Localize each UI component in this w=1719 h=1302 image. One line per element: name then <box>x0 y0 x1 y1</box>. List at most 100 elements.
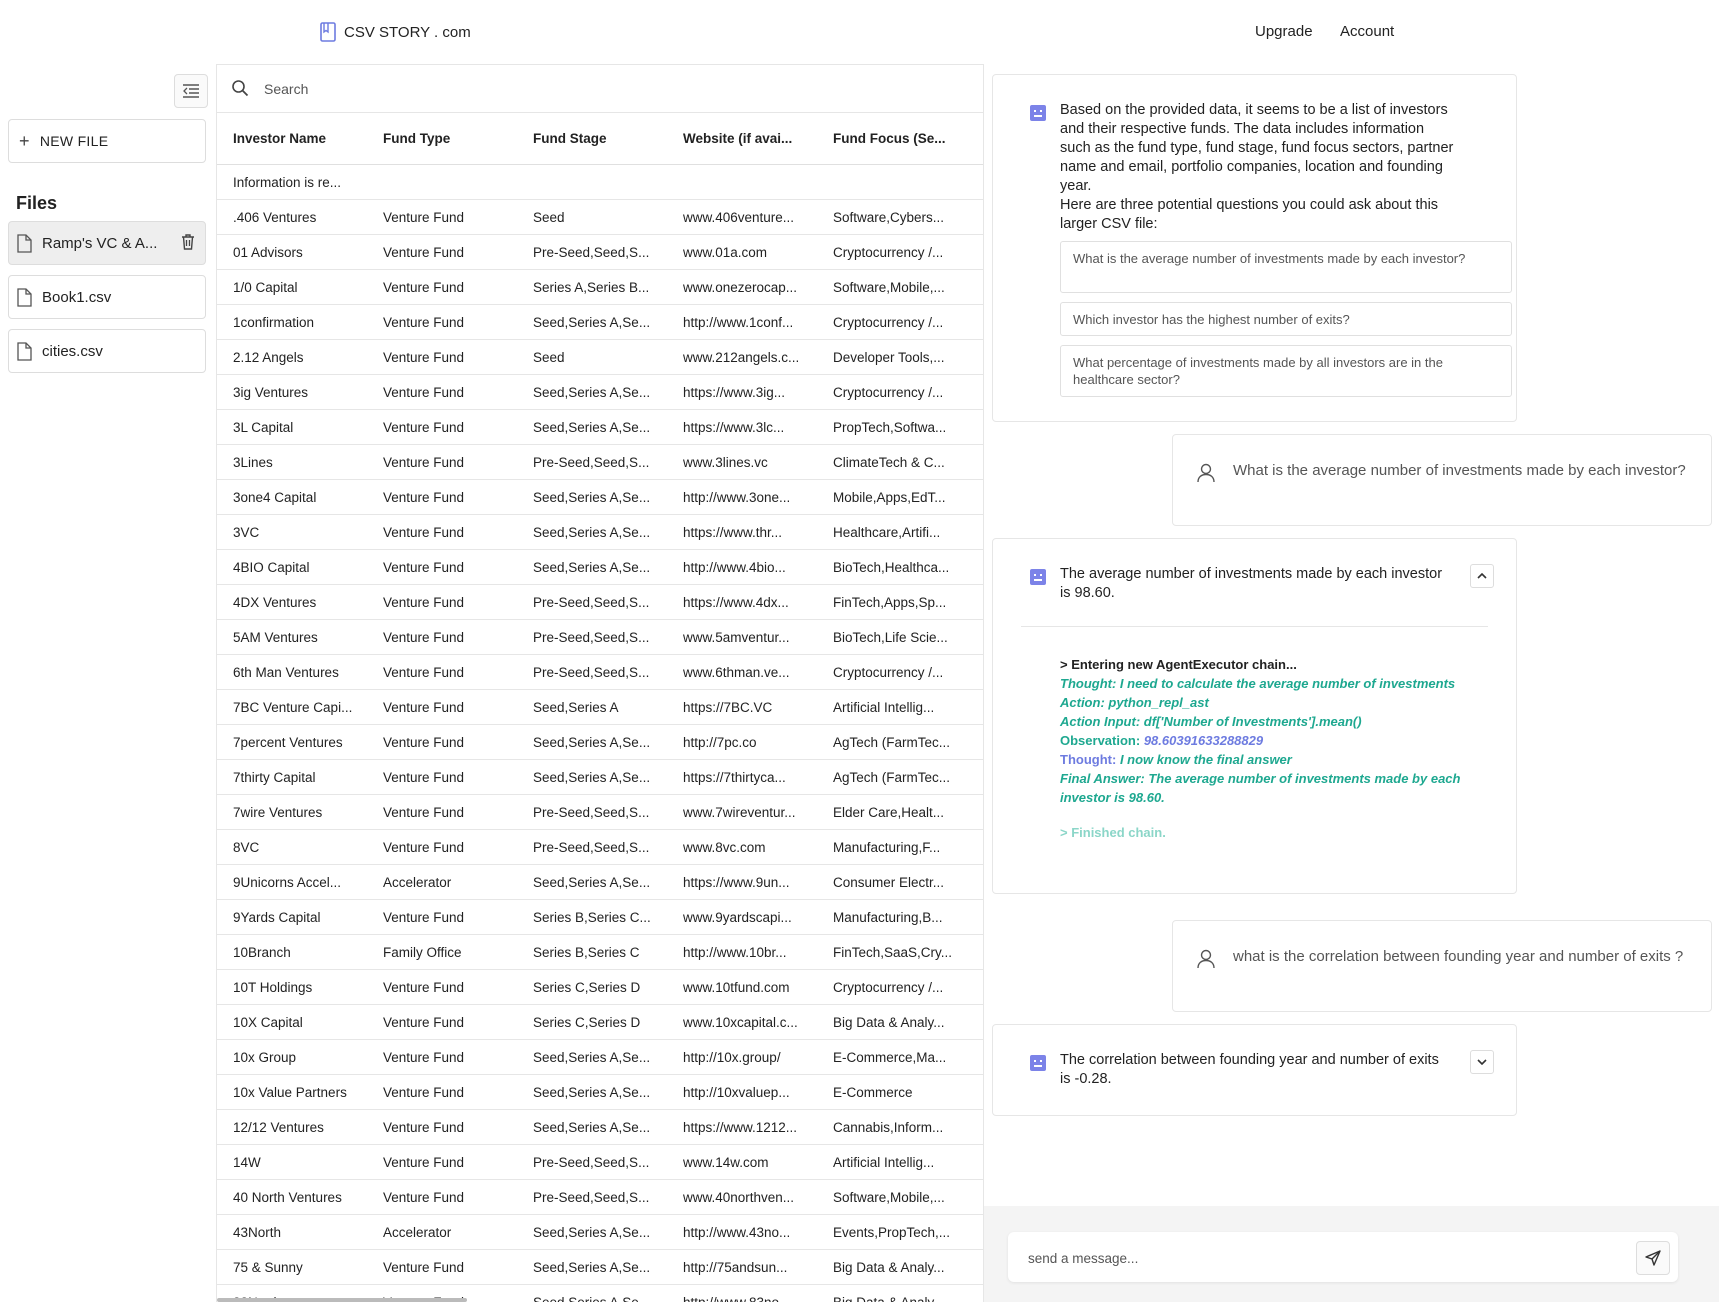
collapse-sidebar-button[interactable] <box>174 74 208 108</box>
nav-upgrade[interactable]: Upgrade <box>1255 23 1313 40</box>
table-row[interactable]: Information is re... <box>217 164 983 200</box>
suggestion-question-1[interactable]: What is the average number of investment… <box>1060 241 1512 293</box>
table-cell: Pre-Seed,Seed,S... <box>517 1179 667 1215</box>
table-cell: Big Data & Analy... <box>817 1004 983 1040</box>
table-cell: https://www.3ig... <box>667 374 817 410</box>
table-cell: www.7wireventur... <box>667 794 817 830</box>
table-row[interactable]: 7wire Ventures Venture Fund Pre-Seed,Seed,… <box>217 794 983 830</box>
user-icon <box>1197 949 1215 969</box>
book-icon <box>320 22 336 42</box>
column-header[interactable]: Fund Stage <box>517 112 667 165</box>
table-cell: https://www.3lc... <box>667 409 817 445</box>
file-name: cities.csv <box>42 342 103 360</box>
collapse-trace-button[interactable] <box>1470 564 1494 588</box>
table-cell: Software,Mobile,... <box>817 1179 983 1215</box>
table-row[interactable]: 3L Capital Venture Fund Seed,Series A,Se..… <box>217 409 983 445</box>
table-cell: Venture Fund <box>367 1109 517 1145</box>
horizontal-scrollbar[interactable] <box>217 1298 467 1302</box>
table-row[interactable]: 3one4 Capital Venture Fund Seed,Series A,S… <box>217 479 983 515</box>
table-row[interactable]: 3ig Ventures Venture Fund Seed,Series A,Se… <box>217 374 983 410</box>
brand-logo[interactable]: CSV STORY . com <box>320 22 471 42</box>
table-row[interactable]: 6th Man Ventures Venture Fund Pre-Seed,See… <box>217 654 983 690</box>
file-item[interactable]: Ramp's VC & A... <box>8 221 206 265</box>
table-row[interactable]: 4BIO Capital Venture Fund Seed,Series A,Se… <box>217 549 983 585</box>
table-row[interactable]: 12/12 Ventures Venture Fund Seed,Series A,… <box>217 1109 983 1145</box>
table-row[interactable]: 10Branch Family Office Series B,Series Cht… <box>217 934 983 970</box>
table-cell: FinTech,Apps,Sp... <box>817 584 983 620</box>
search-icon <box>232 80 249 97</box>
column-header[interactable]: Fund Type <box>367 112 517 165</box>
table-cell: Seed,Series A,Se... <box>517 374 667 410</box>
table-row[interactable]: 3VC Venture Fund Seed,Series A,Se... https:… <box>217 514 983 550</box>
column-header[interactable]: Fund Focus (Se... <box>817 112 983 165</box>
table-cell: Pre-Seed,Seed,S... <box>517 444 667 480</box>
table-cell: www.9yardscapi... <box>667 899 817 935</box>
table-cell: http://www.1conf... <box>667 304 817 340</box>
table-cell: AgTech (FarmTec... <box>817 759 983 795</box>
table-row[interactable]: 4DX Ventures Venture Fund Pre-Seed,Seed,S.… <box>217 584 983 620</box>
table-row[interactable]: 1confirmation Venture Fund Seed,Series A,S… <box>217 304 983 340</box>
table-cell: Venture Fund <box>367 409 517 445</box>
bot-icon <box>1030 1055 1046 1071</box>
table-row[interactable]: 8VC Venture Fund Pre-Seed,Seed,S... www.8vc… <box>217 829 983 865</box>
table-row[interactable]: 75 & Sunny Venture Fund Seed,Series A,Se..… <box>217 1249 983 1285</box>
column-header[interactable]: Website (if avai... <box>667 112 817 165</box>
table-cell: E-Commerce <box>817 1074 983 1110</box>
table-cell: Venture Fund <box>367 549 517 585</box>
file-item[interactable]: cities.csv <box>8 329 206 373</box>
expand-trace-button[interactable] <box>1470 1050 1494 1074</box>
table-cell: Cryptocurrency /... <box>817 374 983 410</box>
observation-value: 98.60391633288829 <box>1143 733 1264 748</box>
trace-observation: Observation: 98.60391633288829 <box>1060 731 1480 750</box>
message-composer <box>984 1206 1719 1302</box>
file-item[interactable]: Book1.csv <box>8 275 206 319</box>
table-row[interactable]: 10x Value Partners Venture Fund Seed,Serie… <box>217 1074 983 1110</box>
table-row[interactable]: 10T Holdings Venture Fund Series C,Series … <box>217 969 983 1005</box>
column-header[interactable]: Investor Name <box>217 112 367 165</box>
new-file-label: NEW FILE <box>39 133 109 149</box>
table-row[interactable]: 14W Venture Fund Pre-Seed,Seed,S... www.14w… <box>217 1144 983 1180</box>
message-input[interactable] <box>1026 1246 1590 1270</box>
suggestion-question-3[interactable]: What percentage of investments made by a… <box>1060 345 1512 397</box>
trace-entering: > Entering new AgentExecutor chain... <box>1060 657 1297 672</box>
table-cell: https://www.4dx... <box>667 584 817 620</box>
send-button[interactable] <box>1636 1241 1670 1275</box>
table-row[interactable]: 10x Group Venture Fund Seed,Series A,Se...… <box>217 1039 983 1075</box>
new-file-button[interactable]: + NEW FILE <box>8 119 206 163</box>
table-row[interactable]: 01 Advisors Venture Fund Pre-Seed,Seed,S..… <box>217 234 983 270</box>
table-cell: ClimateTech & C... <box>817 444 983 480</box>
bot-message-card: Based on the provided data, it seems to … <box>992 74 1517 422</box>
table-row[interactable]: 7percent Ventures Venture Fund Seed,Series… <box>217 724 983 760</box>
table-cell: http://10x.group/ <box>667 1039 817 1075</box>
data-table-panel: Investor NameFund TypeFund StageWebsite … <box>217 64 984 1302</box>
table-row[interactable]: 43North Accelerator Seed,Series A,Se... htt… <box>217 1214 983 1250</box>
table-row[interactable]: 7BC Venture Capi... Venture Fund Seed,Seri… <box>217 689 983 725</box>
suggestion-question-2[interactable]: Which investor has the highest number of… <box>1060 302 1512 336</box>
table-cell: Pre-Seed,Seed,S... <box>517 829 667 865</box>
table-cell: Venture Fund <box>367 199 517 235</box>
table-header-row: Investor Name Fund Type Fund Stage Website … <box>217 112 983 165</box>
search-input[interactable] <box>262 76 666 102</box>
table-row[interactable]: 5AM Ventures Venture Fund Pre-Seed,Seed,S.… <box>217 619 983 655</box>
trash-icon[interactable] <box>181 234 195 250</box>
table-row[interactable]: 2.12 Angels Venture Fund Seed www.212angels… <box>217 339 983 375</box>
table-row[interactable]: .406 Ventures Venture Fund Seed www.406vent… <box>217 199 983 235</box>
table-row[interactable]: 9Unicorns Accel... Accelerator Seed,Series… <box>217 864 983 900</box>
table-row[interactable]: 10X Capital Venture Fund Series C,Series D… <box>217 1004 983 1040</box>
table-row[interactable]: 40 North Ventures Venture Fund Pre-Seed,Se… <box>217 1179 983 1215</box>
table-cell: https://www.1212... <box>667 1109 817 1145</box>
table-row[interactable]: 3Lines Venture Fund Pre-Seed,Seed,S... www.… <box>217 444 983 480</box>
nav-account[interactable]: Account <box>1340 23 1394 40</box>
table-cell: www.8vc.com <box>667 829 817 865</box>
table-cell: www.3lines.vc <box>667 444 817 480</box>
table-cell: Venture Fund <box>367 899 517 935</box>
search-bar <box>217 64 983 113</box>
table-row[interactable]: 9Yards Capital Venture Fund Series B,Serie… <box>217 899 983 935</box>
chat-panel: Based on the provided data, it seems to … <box>984 64 1719 1302</box>
table-cell: Series C,Series D <box>517 1004 667 1040</box>
table-cell: Venture Fund <box>367 794 517 830</box>
table-row[interactable]: 1/0 Capital Venture Fund Series A,Series B… <box>217 269 983 305</box>
table-cell: Venture Fund <box>367 1004 517 1040</box>
table-cell: Consumer Electr... <box>817 864 983 900</box>
table-row[interactable]: 7thirty Capital Venture Fund Seed,Series A… <box>217 759 983 795</box>
